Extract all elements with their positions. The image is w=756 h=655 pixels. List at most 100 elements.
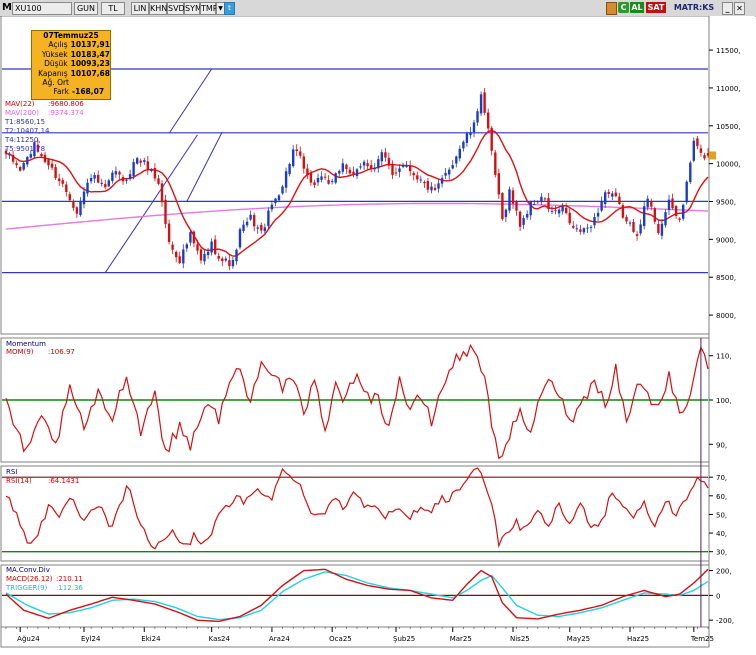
candle-body xyxy=(600,201,603,211)
candle-body xyxy=(671,198,674,209)
candle-body xyxy=(199,249,203,261)
candle-body xyxy=(104,184,107,188)
candle-body xyxy=(366,163,369,167)
candle-body xyxy=(561,206,564,212)
y-tick-label: 11500, xyxy=(716,47,741,55)
candle-body xyxy=(118,171,121,175)
candle-body xyxy=(455,156,458,164)
chart-button-tmp[interactable]: TMP xyxy=(200,2,218,15)
symbol-label: XU100 xyxy=(15,4,42,13)
candle-body xyxy=(228,260,231,267)
candle-body xyxy=(635,234,639,236)
candle-body xyxy=(706,153,710,156)
candle-body xyxy=(295,149,298,152)
candle-body xyxy=(518,211,522,227)
chart-button-khn[interactable]: KHN xyxy=(149,2,167,15)
momentum-title: Momentum xyxy=(6,340,46,348)
sell-button[interactable]: SAT xyxy=(646,2,666,13)
candle-body xyxy=(547,198,550,209)
candle-body xyxy=(249,214,252,220)
candle-body xyxy=(437,183,440,189)
candle-body xyxy=(253,215,256,227)
chart-button-sym[interactable]: SYM xyxy=(184,2,202,15)
twitter-icon[interactable]: t xyxy=(224,2,235,15)
candle-body xyxy=(586,227,589,229)
currency-button-tl[interactable]: TL xyxy=(101,2,125,15)
buy-button[interactable]: AL xyxy=(630,2,644,13)
candle-body xyxy=(593,217,596,226)
candle-body xyxy=(143,160,146,162)
candle-body xyxy=(231,260,235,267)
x-tick-label: Eyl24 xyxy=(81,635,101,643)
candle-body xyxy=(540,196,543,202)
candle-body xyxy=(650,201,653,207)
candle-body xyxy=(61,180,64,184)
candle-body xyxy=(625,217,628,222)
candle-body xyxy=(543,198,547,200)
candle-body xyxy=(370,165,373,169)
candle-body xyxy=(426,181,430,190)
candle-body xyxy=(75,207,79,214)
x-tick-label: Eki24 xyxy=(141,635,161,643)
chart-button-svd[interactable]: SVD xyxy=(167,2,185,15)
candle-body xyxy=(667,199,671,210)
candle-body xyxy=(54,167,57,178)
y-tick-label: 9500, xyxy=(716,199,736,207)
candle-body xyxy=(203,253,206,262)
candle-body xyxy=(582,228,586,233)
y-tick-label: 110, xyxy=(716,353,732,361)
period-button-gun[interactable]: GUN xyxy=(74,2,98,15)
candle-body xyxy=(628,222,632,224)
symbol-dropdown[interactable]: XU100 xyxy=(12,2,72,15)
candle-body xyxy=(40,153,43,157)
t2-label: T2:10407,14 xyxy=(4,127,50,135)
scale-label: LIN xyxy=(133,4,147,13)
ohlc-info-box: 07Temmuz25 Açılış 10137,91 Yüksek 10183,47… xyxy=(31,30,111,100)
candle-body xyxy=(125,179,128,181)
scale-button-lin[interactable]: LIN xyxy=(131,2,149,15)
candle-body xyxy=(522,218,525,225)
candle-body xyxy=(557,209,561,214)
candle-body xyxy=(68,194,71,201)
candle-body xyxy=(699,148,703,153)
menu-m-button[interactable]: M xyxy=(2,2,12,13)
candle-body xyxy=(79,201,82,216)
macd-value: :210.11 xyxy=(56,575,83,583)
candle-body xyxy=(685,181,688,203)
info-date: 07Temmuz25 xyxy=(43,31,99,40)
candle-body xyxy=(387,157,391,166)
trigger-label: TRIGGER(9) xyxy=(5,584,48,592)
candle-body xyxy=(214,239,217,255)
candle-body xyxy=(692,140,695,161)
info-label: Yüksek xyxy=(41,49,68,59)
info-label: Fark xyxy=(53,87,69,97)
last-price-marker xyxy=(709,151,716,160)
window-minimize-icon[interactable]: _ xyxy=(722,2,733,15)
candle-body xyxy=(29,154,32,158)
candle-body xyxy=(533,203,536,205)
info-value: 10137,91 xyxy=(70,40,110,50)
rsi-frame xyxy=(0,465,710,562)
candle-body xyxy=(316,177,320,183)
chart-area[interactable]: 8000, 8500, 9000, 9500, 10000, 10500, 11000, 11… xyxy=(0,16,756,655)
x-tick-label: Ağu24 xyxy=(17,635,40,643)
refresh-c-button[interactable]: C xyxy=(618,2,629,13)
candle-body xyxy=(221,258,224,262)
candle-body xyxy=(132,162,135,176)
candle-body xyxy=(338,171,341,174)
candle-body xyxy=(479,94,483,114)
window-close-icon[interactable]: ✕ xyxy=(734,2,745,15)
candle-body xyxy=(139,160,142,163)
y-tick-label: 200, xyxy=(716,568,732,576)
candle-body xyxy=(288,164,291,174)
candle-body xyxy=(384,152,387,158)
toolbar: M XU100 GUN TL LIN KHN SVD SYM TMP ▼ t C… xyxy=(0,0,756,17)
y-tick-label: 60, xyxy=(716,493,727,501)
color-swatch-icon[interactable] xyxy=(606,2,617,15)
candle-body xyxy=(362,161,366,166)
candle-body xyxy=(150,170,153,171)
candle-body xyxy=(398,168,401,172)
candle-body xyxy=(380,152,383,162)
x-tick-label: Nis25 xyxy=(510,635,530,643)
info-label: Düşük xyxy=(44,59,68,69)
